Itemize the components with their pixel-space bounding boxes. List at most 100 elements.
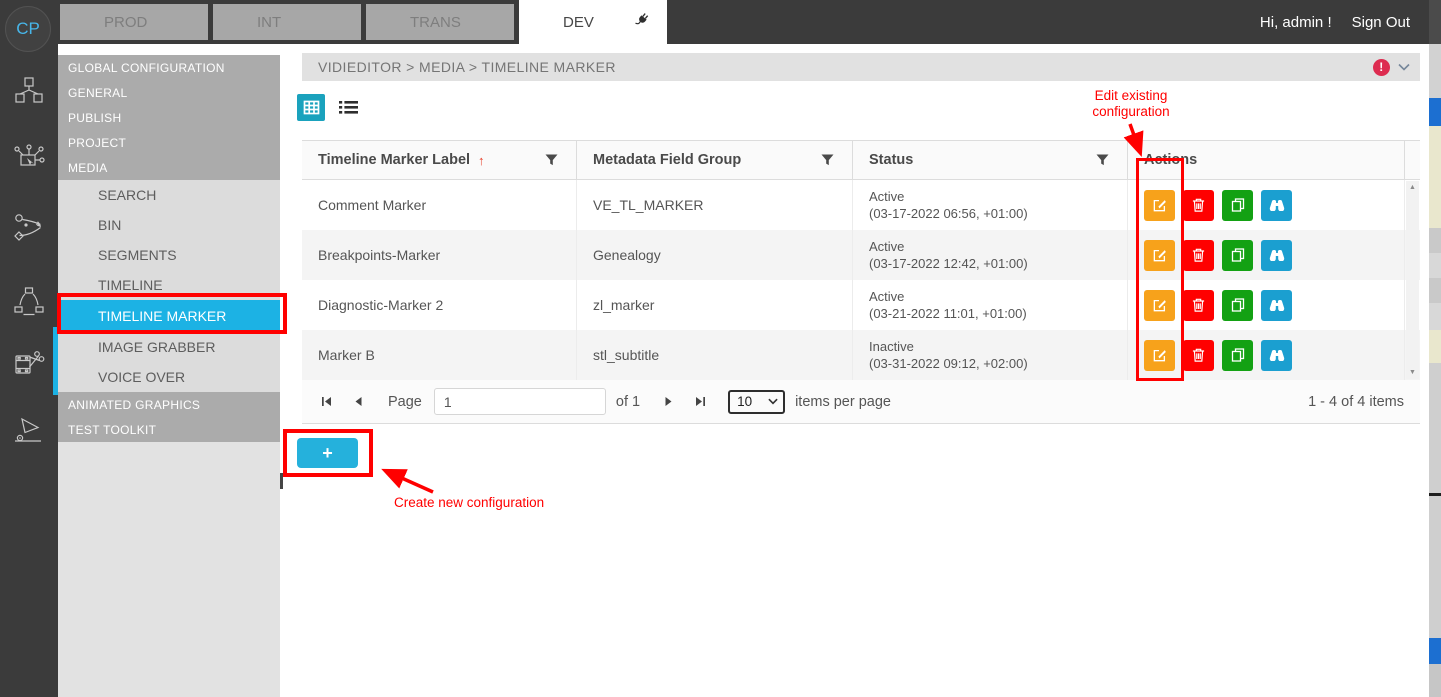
binoculars-button[interactable]: [1261, 340, 1292, 371]
column-header-label[interactable]: Timeline Marker Label ↑: [302, 141, 577, 179]
tab-dev[interactable]: DEV: [519, 0, 667, 44]
alert-icon[interactable]: !: [1373, 59, 1390, 76]
greeting-text: Hi, admin !: [1260, 14, 1332, 31]
edge-segment: [1429, 98, 1441, 126]
scroll-up-icon[interactable]: ▲: [1409, 184, 1416, 191]
edit-button[interactable]: [1144, 290, 1175, 321]
next-page-button[interactable]: [656, 390, 680, 414]
app-window: PROD INT TRANS DEV Hi, admin ! Si: [0, 0, 1441, 697]
sidebar-item-test-toolkit[interactable]: TEST TOOLKIT: [58, 417, 280, 442]
copy-button[interactable]: [1222, 290, 1253, 321]
edge-segment: [1429, 126, 1441, 228]
workflow-icon[interactable]: [12, 210, 46, 244]
edge-segment: [1429, 0, 1441, 44]
table-row: Breakpoints-Marker Genealogy Active (03-…: [302, 230, 1420, 280]
edit-button[interactable]: [1144, 340, 1175, 371]
top-bar: PROD INT TRANS DEV Hi, admin ! Si: [58, 0, 1429, 44]
delete-button[interactable]: [1183, 340, 1214, 371]
status-date: (03-21-2022 11:01, +01:00): [869, 305, 1027, 322]
sidebar-item-voice-over[interactable]: VOICE OVER: [58, 362, 280, 392]
page-of-label: of 1: [616, 394, 640, 410]
list-view-button[interactable]: [336, 96, 360, 119]
sidebar-item-timeline-marker[interactable]: TIMELINE MARKER: [58, 300, 280, 332]
media-editor-icon[interactable]: [12, 346, 46, 380]
status-date: (03-17-2022 06:56, +01:00): [869, 205, 1028, 222]
sidebar-item-timeline[interactable]: TIMELINE: [58, 270, 280, 300]
cell-group: zl_marker: [577, 280, 853, 330]
cell-label: Marker B: [302, 330, 577, 380]
sidebar-item-media[interactable]: MEDIA: [58, 155, 280, 180]
page-size-select[interactable]: 10: [728, 390, 785, 414]
edit-button[interactable]: [1144, 240, 1175, 271]
copy-button[interactable]: [1222, 240, 1253, 271]
last-page-button[interactable]: [688, 390, 712, 414]
avatar[interactable]: CP: [5, 6, 51, 52]
edge-segment: [1429, 330, 1441, 363]
sidebar-item-global-configuration[interactable]: GLOBAL CONFIGURATION: [58, 55, 280, 80]
timeline-marker-table: Timeline Marker Label ↑ Metadata Field G…: [302, 140, 1420, 380]
first-page-button[interactable]: [314, 390, 338, 414]
sidebar-item-animated-graphics[interactable]: ANIMATED GRAPHICS: [58, 392, 280, 417]
tab-int[interactable]: INT: [213, 4, 361, 40]
edge-segment: [1429, 303, 1441, 330]
sidebar-item-publish[interactable]: PUBLISH: [58, 105, 280, 130]
delete-button[interactable]: [1183, 240, 1214, 271]
sidebar-item-image-grabber[interactable]: IMAGE GRABBER: [58, 332, 280, 362]
tab-trans[interactable]: TRANS: [366, 4, 514, 40]
table-scrollbar[interactable]: ▲ ▼: [1406, 181, 1419, 379]
binoculars-button[interactable]: [1261, 290, 1292, 321]
chevron-down-icon[interactable]: [1398, 63, 1410, 71]
copy-button[interactable]: [1222, 190, 1253, 221]
annotation-line: configuration: [1058, 104, 1204, 120]
sidebar-item-segments[interactable]: SEGMENTS: [58, 240, 280, 270]
table-body: Comment Marker VE_TL_MARKER Active (03-1…: [302, 180, 1420, 380]
column-header-group[interactable]: Metadata Field Group: [577, 141, 853, 179]
sidebar-item-bin[interactable]: BIN: [58, 210, 280, 240]
status-date: (03-17-2022 12:42, +01:00): [869, 255, 1028, 272]
sidebar-item-search[interactable]: SEARCH: [58, 180, 280, 210]
grid-view-button[interactable]: [297, 94, 325, 121]
column-header-actions: Actions: [1128, 141, 1405, 179]
sign-out-link[interactable]: Sign Out: [1352, 14, 1410, 31]
copy-button[interactable]: [1222, 340, 1253, 371]
page-size-value: 10: [737, 394, 752, 409]
network-touch-icon[interactable]: [12, 143, 46, 177]
status-text: Active: [869, 238, 904, 255]
edge-segment: [1429, 638, 1441, 664]
column-title: Metadata Field Group: [593, 152, 741, 168]
sort-asc-icon[interactable]: ↑: [478, 153, 485, 168]
tab-prod[interactable]: PROD: [60, 4, 208, 40]
environment-tabs: PROD INT TRANS DEV: [60, 0, 667, 44]
annotation-line: Edit existing: [1058, 88, 1204, 104]
filter-icon[interactable]: [1096, 154, 1109, 166]
binoculars-button[interactable]: [1261, 240, 1292, 271]
cell-actions: [1128, 230, 1405, 280]
icon-rail: [0, 0, 58, 697]
cubes-icon[interactable]: [12, 74, 46, 108]
vector-tool-icon[interactable]: [12, 414, 46, 448]
status-text: Active: [869, 188, 904, 205]
filter-icon[interactable]: [821, 154, 834, 166]
edit-button[interactable]: [1144, 190, 1175, 221]
cell-status: Inactive (03-31-2022 09:12, +02:00): [853, 330, 1128, 380]
filter-icon[interactable]: [545, 154, 558, 166]
sidebar-item-project[interactable]: PROJECT: [58, 130, 280, 155]
status-text: Active: [869, 288, 904, 305]
previous-page-button[interactable]: [346, 390, 370, 414]
delete-button[interactable]: [1183, 290, 1214, 321]
exchange-icon[interactable]: [12, 285, 46, 319]
add-configuration-button[interactable]: +: [297, 438, 358, 468]
column-header-status[interactable]: Status: [853, 141, 1128, 179]
background-window-edge: [1429, 0, 1441, 697]
status-text: Inactive: [869, 338, 914, 355]
binoculars-button[interactable]: [1261, 190, 1292, 221]
page-label: Page: [388, 394, 422, 410]
breadcrumb-bar: VIDIEDITOR > MEDIA > TIMELINE MARKER !: [302, 53, 1420, 81]
page-number-input[interactable]: [434, 388, 606, 415]
scroll-down-icon[interactable]: ▼: [1409, 369, 1416, 376]
delete-button[interactable]: [1183, 190, 1214, 221]
cell-group: stl_subtitle: [577, 330, 853, 380]
sidebar-item-general[interactable]: GENERAL: [58, 80, 280, 105]
edge-segment: [1429, 278, 1441, 303]
cell-status: Active (03-17-2022 06:56, +01:00): [853, 180, 1128, 230]
